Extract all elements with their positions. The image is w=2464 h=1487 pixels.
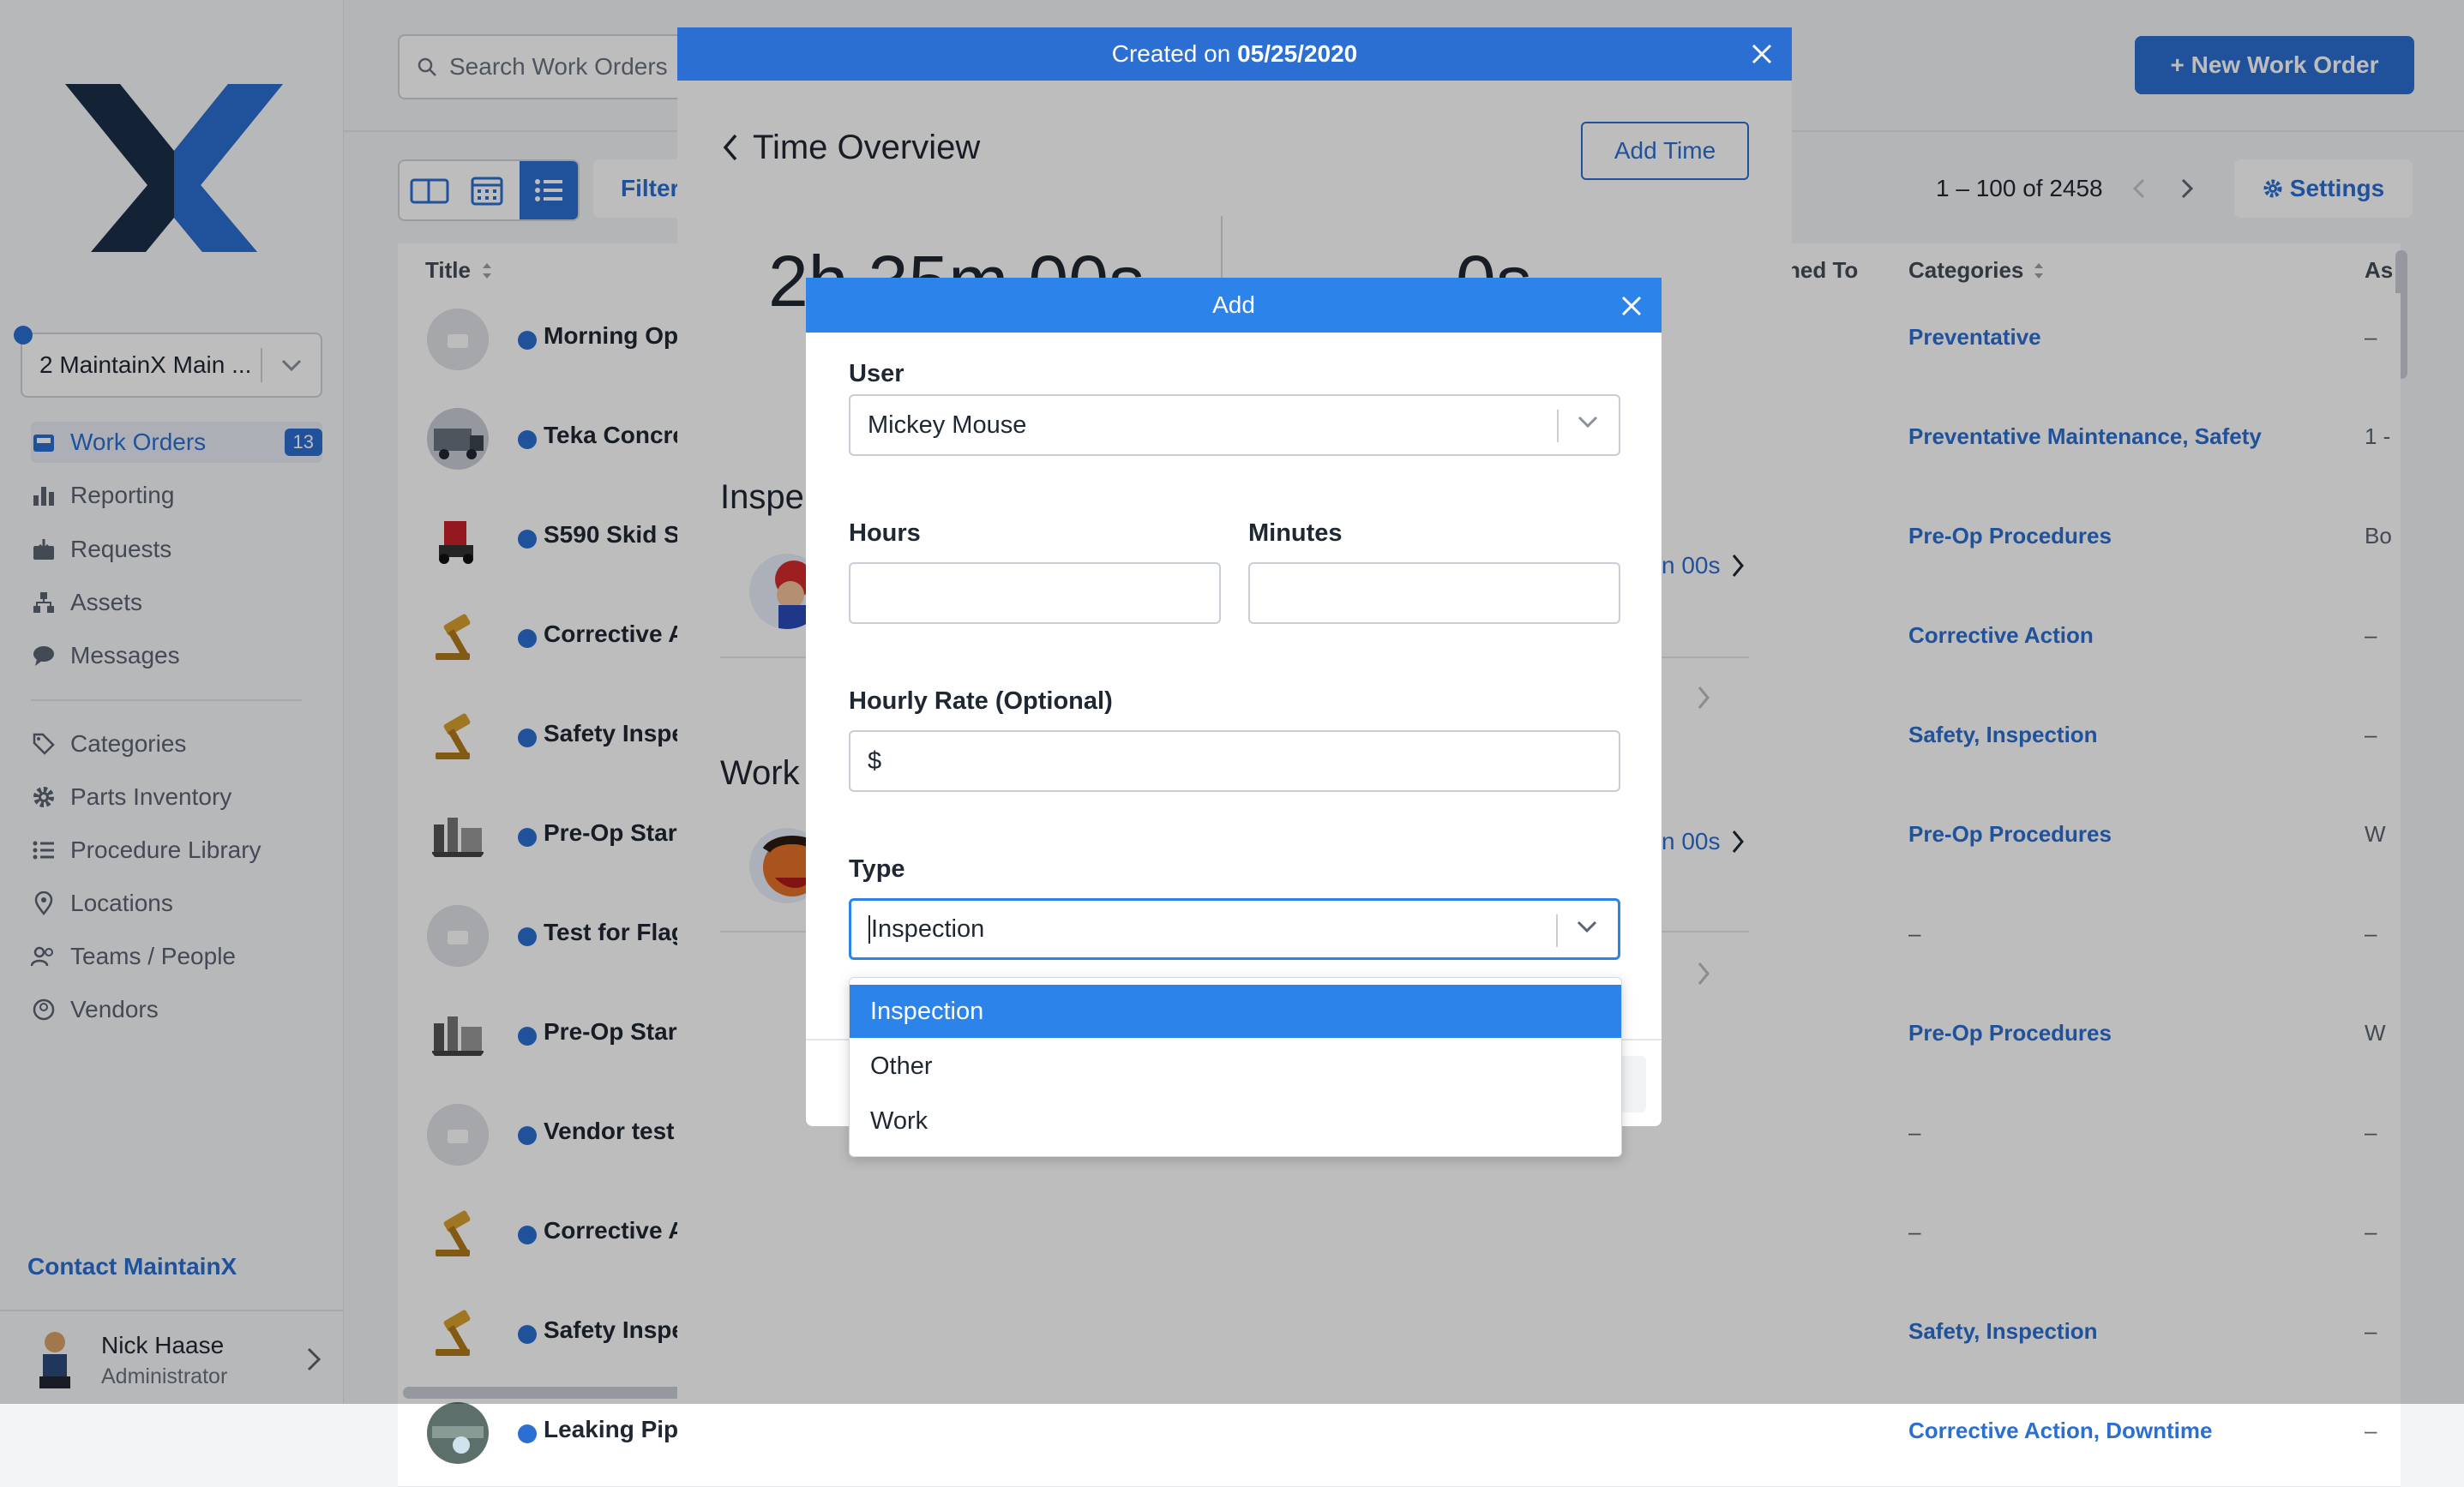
work-order-title[interactable]: Leaking Pip [544, 1416, 678, 1443]
status-dot [518, 1424, 537, 1443]
panel-header: Created on 05/25/2020 [677, 27, 1792, 81]
work-order-asset: – [2365, 1418, 2377, 1443]
hourly-rate-label: Hourly Rate (Optional) [849, 687, 1113, 715]
minutes-input[interactable] [1248, 562, 1620, 624]
hourly-rate-input[interactable]: $ [849, 730, 1620, 792]
type-label: Type [849, 855, 905, 883]
minutes-label: Minutes [1248, 519, 1343, 547]
modal-title: Add [1212, 291, 1255, 318]
close-icon[interactable] [1620, 295, 1643, 317]
type-option-inspection[interactable]: Inspection [850, 985, 1621, 1038]
created-on-label: Created on [1111, 40, 1238, 67]
type-select[interactable]: Inspection [849, 898, 1620, 960]
work-order-categories: Corrective Action, Downtime [1908, 1418, 2213, 1443]
chevron-down-icon [1577, 920, 1597, 933]
type-option-other[interactable]: Other [850, 1040, 1621, 1093]
user-select-value: Mickey Mouse [868, 411, 1027, 439]
type-select-value: Inspection [868, 914, 984, 944]
chevron-down-icon [1578, 416, 1598, 429]
user-label: User [849, 360, 904, 387]
currency-prefix: $ [868, 746, 882, 775]
close-icon[interactable] [1751, 43, 1773, 65]
hours-label: Hours [849, 519, 921, 547]
type-dropdown-menu: Inspection Other Work [849, 977, 1622, 1157]
user-select[interactable]: Mickey Mouse [849, 394, 1620, 456]
modal-header: Add [806, 278, 1662, 333]
hours-input[interactable] [849, 562, 1221, 624]
work-order-image [427, 1402, 489, 1464]
created-date: 05/25/2020 [1237, 40, 1358, 67]
type-option-work[interactable]: Work [850, 1094, 1621, 1148]
